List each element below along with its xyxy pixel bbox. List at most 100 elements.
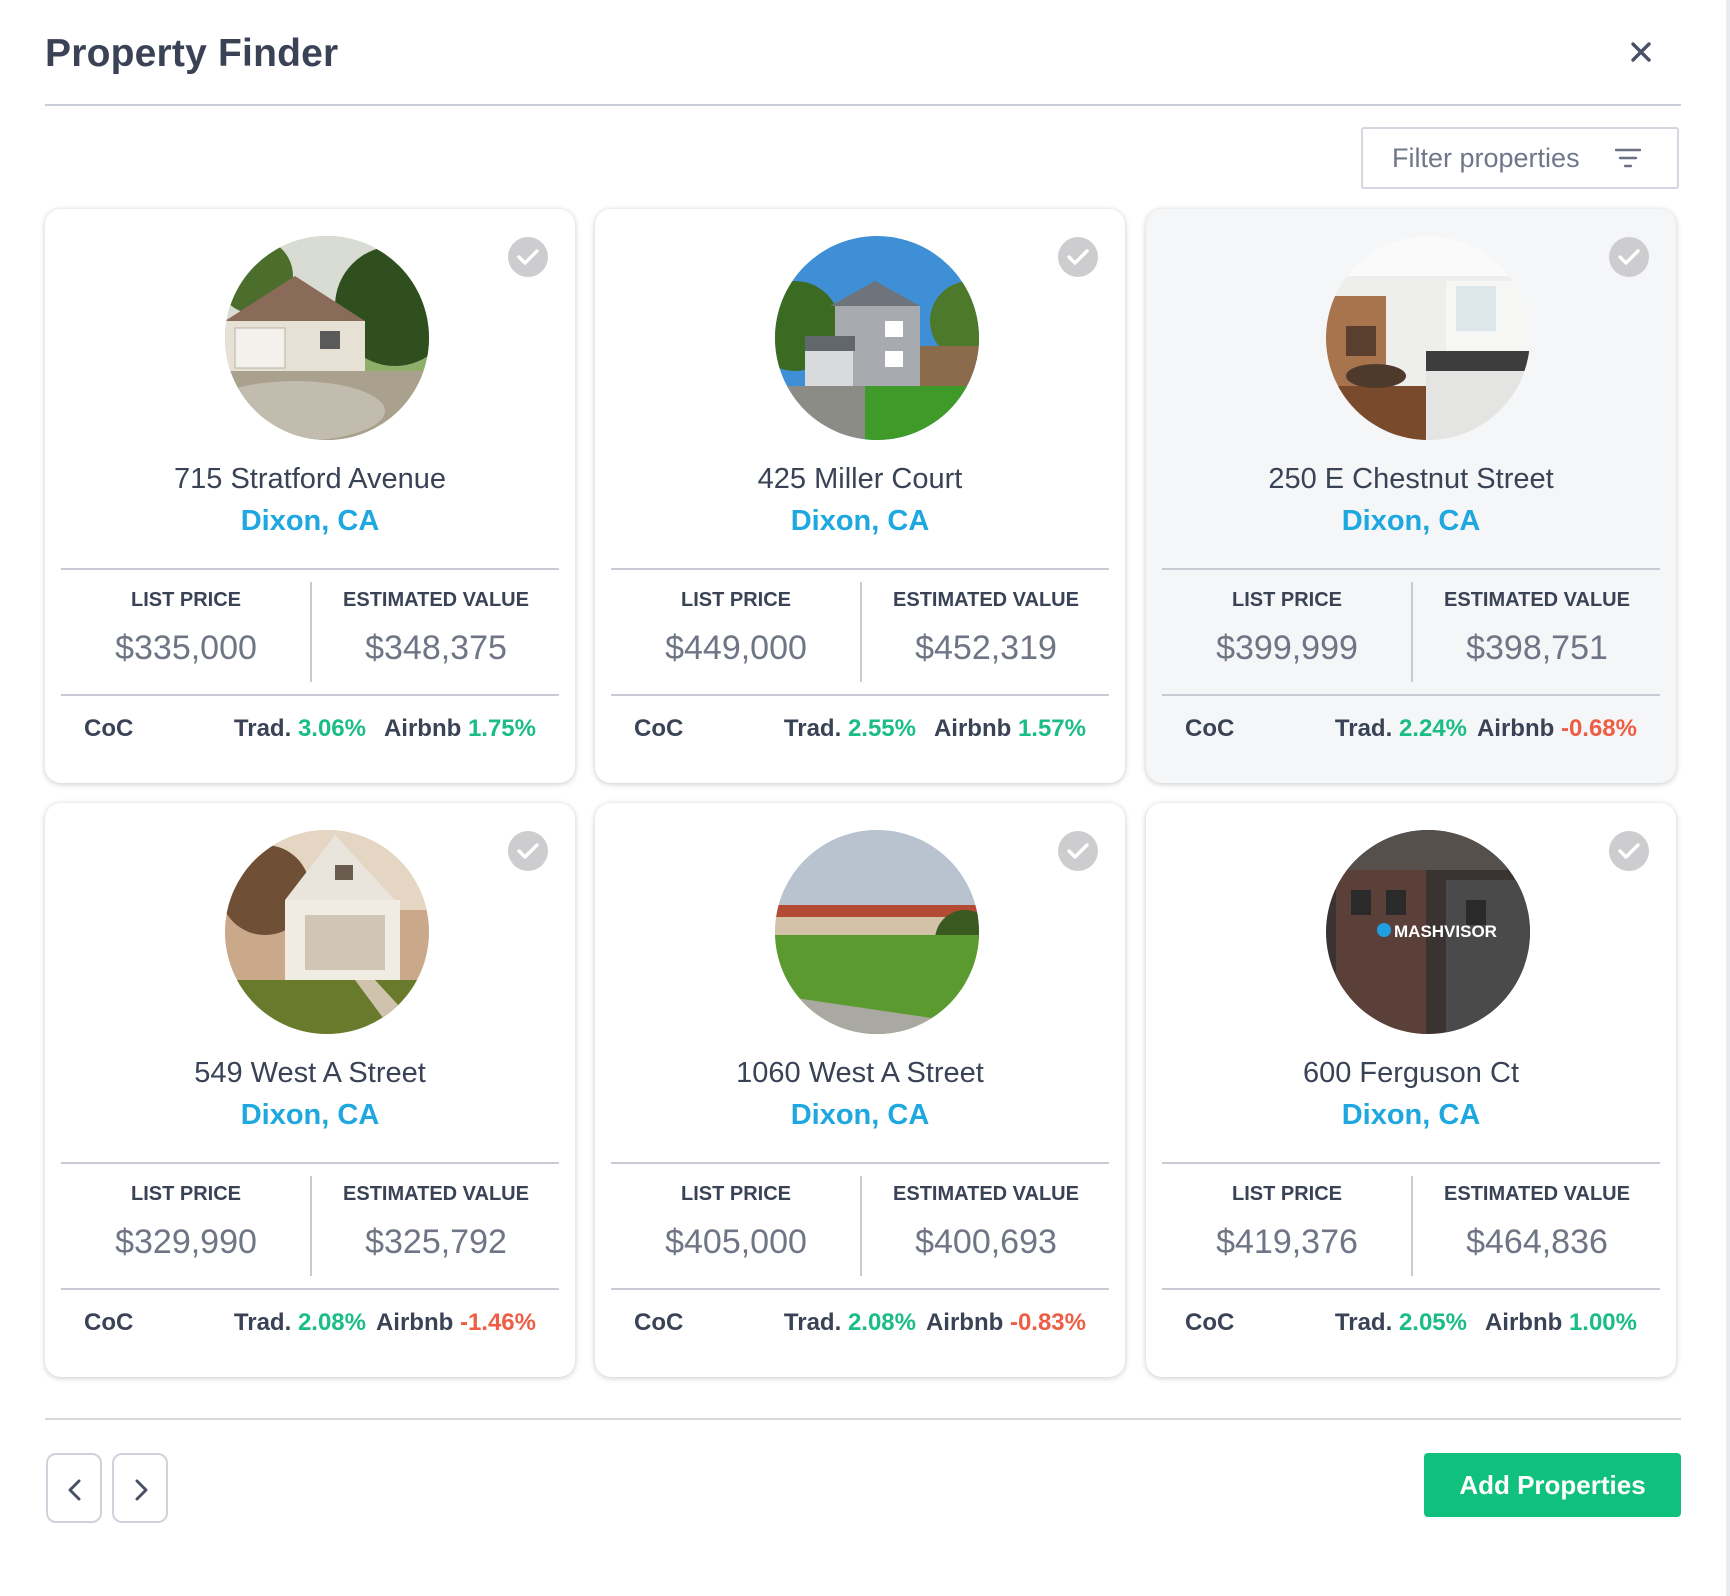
- close-button[interactable]: [1621, 32, 1661, 72]
- trad-label: Trad.: [1334, 1309, 1393, 1336]
- property-card[interactable]: 425 Miller Court Dixon, CA LIST PRICE $4…: [595, 209, 1125, 783]
- property-photo: MASHVISOR: [1326, 830, 1530, 1034]
- property-photo: [225, 830, 429, 1034]
- select-toggle[interactable]: [508, 831, 548, 871]
- list-price-value: $335,000: [115, 629, 257, 667]
- property-card[interactable]: 250 E Chestnut Street Dixon, CA LIST PRI…: [1146, 209, 1676, 783]
- airbnb-value: -0.68%: [1560, 715, 1637, 742]
- property-card[interactable]: 715 Stratford Avenue Dixon, CA LIST PRIC…: [45, 209, 575, 783]
- divider: [1162, 694, 1660, 696]
- coc-label: CoC: [1185, 1309, 1235, 1336]
- property-city: Dixon, CA: [1341, 1099, 1481, 1131]
- coc-label: CoC: [84, 715, 134, 742]
- prev-page-button[interactable]: [46, 1453, 102, 1523]
- airbnb-label: Airbnb: [925, 1309, 1004, 1336]
- property-city: Dixon, CA: [790, 1099, 930, 1131]
- modal-header: Property Finder: [45, 22, 1681, 106]
- check-icon: [1067, 249, 1089, 265]
- estimated-value-value: $398,751: [1466, 629, 1608, 667]
- trad-label: Trad.: [783, 715, 842, 742]
- list-price-label: LIST PRICE: [1231, 1183, 1342, 1205]
- property-city: Dixon, CA: [240, 505, 380, 537]
- divider: [1162, 568, 1660, 570]
- airbnb-label: Airbnb: [383, 715, 462, 742]
- divider: [1162, 1162, 1660, 1164]
- list-price-label: LIST PRICE: [1231, 589, 1342, 611]
- list-price-value: $399,999: [1216, 629, 1358, 667]
- coc-label: CoC: [634, 1309, 684, 1336]
- property-address: 549 West A Street: [194, 1057, 426, 1089]
- trad-value: 2.05%: [1398, 1309, 1467, 1336]
- list-price-value: $449,000: [665, 629, 807, 667]
- divider: [61, 1162, 559, 1164]
- trad-label: Trad.: [233, 715, 292, 742]
- property-city: Dixon, CA: [1341, 505, 1481, 537]
- estimated-value-value: $325,792: [365, 1223, 507, 1261]
- divider: [611, 1162, 1109, 1164]
- trad-value: 3.06%: [297, 715, 366, 742]
- select-toggle[interactable]: [1609, 831, 1649, 871]
- estimated-value-value: $452,319: [915, 629, 1057, 667]
- property-address: 600 Ferguson Ct: [1302, 1057, 1519, 1089]
- select-toggle[interactable]: [1058, 237, 1098, 277]
- photo-watermark: MASHVISOR: [1394, 922, 1497, 941]
- select-toggle[interactable]: [1058, 831, 1098, 871]
- property-city: Dixon, CA: [240, 1099, 380, 1131]
- list-price-label: LIST PRICE: [130, 589, 241, 611]
- airbnb-label: Airbnb: [1476, 715, 1555, 742]
- estimated-value-value: $400,693: [915, 1223, 1057, 1261]
- add-properties-button[interactable]: Add Properties: [1424, 1453, 1681, 1517]
- estimated-value-label: ESTIMATED VALUE: [1444, 589, 1630, 611]
- divider: [611, 1288, 1109, 1290]
- airbnb-value: 1.57%: [1017, 715, 1086, 742]
- filter-label: Filter properties: [1392, 143, 1580, 173]
- check-icon: [1618, 249, 1640, 265]
- coc-label: CoC: [634, 715, 684, 742]
- list-price-label: LIST PRICE: [130, 1183, 241, 1205]
- property-card[interactable]: MASHVISOR 600 Ferguson Ct Dixon, CA LIST…: [1146, 803, 1676, 1377]
- divider: [1162, 1288, 1660, 1290]
- list-price-value: $419,376: [1216, 1223, 1358, 1261]
- estimated-value-value: $348,375: [365, 629, 507, 667]
- airbnb-value: 1.75%: [467, 715, 536, 742]
- airbnb-label: Airbnb: [933, 715, 1012, 742]
- property-address: 715 Stratford Avenue: [174, 463, 446, 495]
- estimated-value-label: ESTIMATED VALUE: [893, 589, 1079, 611]
- trad-label: Trad.: [1334, 715, 1393, 742]
- page-title: Property Finder: [45, 32, 339, 75]
- divider: [61, 568, 559, 570]
- airbnb-value: -1.46%: [459, 1309, 536, 1336]
- select-toggle[interactable]: [1609, 237, 1649, 277]
- filter-properties-button[interactable]: Filter properties: [1361, 127, 1679, 189]
- property-card[interactable]: 549 West A Street Dixon, CA LIST PRICE $…: [45, 803, 575, 1377]
- check-icon: [1618, 843, 1640, 859]
- chevron-right-icon: [135, 1479, 148, 1501]
- trad-label: Trad.: [233, 1309, 292, 1336]
- next-page-button[interactable]: [112, 1453, 168, 1523]
- property-city: Dixon, CA: [790, 505, 930, 537]
- property-card[interactable]: 1060 West A Street Dixon, CA LIST PRICE …: [595, 803, 1125, 1377]
- airbnb-value: -0.83%: [1009, 1309, 1086, 1336]
- divider: [611, 568, 1109, 570]
- check-icon: [517, 249, 539, 265]
- property-finder-modal: Property Finder Filter properties 715 St…: [0, 0, 1726, 1594]
- window-edge: [1726, 0, 1730, 1596]
- check-icon: [1067, 843, 1089, 859]
- estimated-value-label: ESTIMATED VALUE: [343, 589, 529, 611]
- trad-label: Trad.: [783, 1309, 842, 1336]
- chevron-left-icon: [68, 1479, 81, 1501]
- coc-label: CoC: [1185, 715, 1235, 742]
- list-price-value: $329,990: [115, 1223, 257, 1261]
- trad-value: 2.55%: [847, 715, 916, 742]
- select-toggle[interactable]: [508, 237, 548, 277]
- estimated-value-value: $464,836: [1466, 1223, 1608, 1261]
- property-photo: [775, 236, 979, 440]
- estimated-value-label: ESTIMATED VALUE: [343, 1183, 529, 1205]
- list-price-label: LIST PRICE: [680, 589, 791, 611]
- divider: [61, 1288, 559, 1290]
- trad-value: 2.08%: [297, 1309, 366, 1336]
- divider: [611, 694, 1109, 696]
- check-icon: [517, 843, 539, 859]
- trad-value: 2.24%: [1398, 715, 1467, 742]
- divider: [61, 694, 559, 696]
